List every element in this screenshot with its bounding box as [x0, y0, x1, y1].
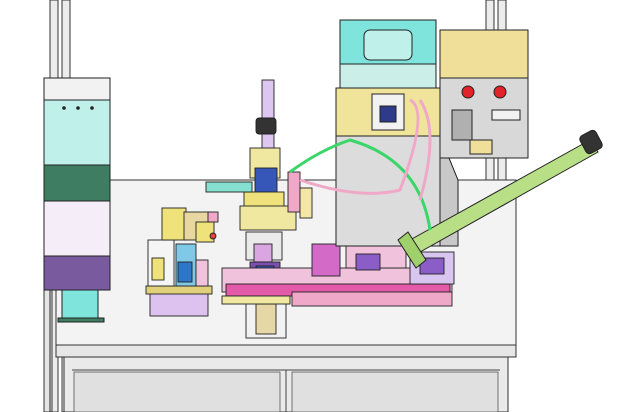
- cad-assembly-view: [0, 0, 628, 412]
- cad-assembly-drawing: [43, 0, 603, 412]
- control-box: [439, 29, 529, 159]
